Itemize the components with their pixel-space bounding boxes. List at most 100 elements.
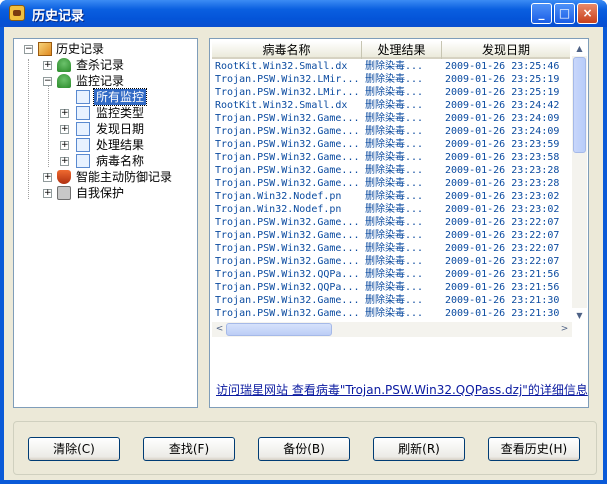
cell-found-date: 2009-01-26 23:22:07 bbox=[445, 243, 560, 254]
table-row[interactable]: Trojan.PSW.Win32.LMir... 删除染毒... 2009-01-2… bbox=[212, 73, 570, 86]
cell-result: 删除染毒... bbox=[365, 282, 424, 293]
tree-label: 发现日期 bbox=[96, 122, 145, 136]
table-row[interactable]: Trojan.PSW.Win32.Game... 删除染毒... 2009-01-2… bbox=[212, 125, 570, 138]
horizontal-scrollbar[interactable]: < > bbox=[212, 322, 572, 337]
find-button[interactable]: 查找(F) bbox=[143, 437, 235, 461]
column-virus-name[interactable]: 病毒名称 bbox=[212, 41, 362, 59]
title-bar[interactable]: 历史记录 _ □ × bbox=[0, 0, 607, 27]
expand-toggle[interactable]: + bbox=[43, 189, 52, 198]
cell-result: 删除染毒... bbox=[365, 178, 424, 189]
table-row[interactable]: Trojan.PSW.Win32.Game... 删除染毒... 2009-01-2… bbox=[212, 216, 570, 229]
cell-found-date: 2009-01-26 23:24:42 bbox=[445, 100, 560, 111]
refresh-button[interactable]: 刷新(R) bbox=[373, 437, 465, 461]
expand-toggle[interactable]: + bbox=[60, 141, 69, 150]
table-row[interactable]: Trojan.PSW.Win32.Game... 删除染毒... 2009-01-2… bbox=[212, 242, 570, 255]
history-tree[interactable]: − 历史记录 + 查杀记录 − 监控记录 所有监控 + 监控类型 + 发现日期 … bbox=[13, 38, 198, 408]
collapse-toggle[interactable]: − bbox=[43, 77, 52, 86]
column-found-date[interactable]: 发现日期 bbox=[442, 41, 570, 59]
cell-found-date: 2009-01-26 23:25:19 bbox=[445, 87, 560, 98]
tree-label: 处理结果 bbox=[96, 138, 145, 152]
minimize-button[interactable]: _ bbox=[531, 3, 552, 24]
tree-node-scan-records[interactable]: + 查杀记录 bbox=[14, 57, 194, 73]
cell-result: 删除染毒... bbox=[365, 295, 424, 306]
table-row[interactable]: Trojan.PSW.Win32.Game... 删除染毒... 2009-01-2… bbox=[212, 164, 570, 177]
record-list[interactable]: RootKit.Win32.Small.dx 删除染毒... 2009-01-26 … bbox=[212, 60, 570, 322]
cell-found-date: 2009-01-26 23:21:30 bbox=[445, 308, 560, 319]
tree-label: 病毒名称 bbox=[96, 154, 145, 168]
cell-found-date: 2009-01-26 23:25:19 bbox=[445, 74, 560, 85]
table-row[interactable]: Trojan.PSW.Win32.QQPa... 删除染毒... 2009-01-2… bbox=[212, 281, 570, 294]
cell-result: 删除染毒... bbox=[365, 269, 424, 280]
cell-result: 删除染毒... bbox=[365, 243, 424, 254]
tree-node-monitor-records[interactable]: − 监控记录 bbox=[14, 73, 194, 89]
page-icon bbox=[76, 154, 90, 168]
vertical-scroll-thumb[interactable] bbox=[573, 57, 586, 153]
tree-node-result[interactable]: + 处理结果 bbox=[14, 137, 194, 153]
tree-node-virus-name[interactable]: + 病毒名称 bbox=[14, 153, 194, 169]
table-row[interactable]: RootKit.Win32.Small.dx 删除染毒... 2009-01-26 … bbox=[212, 99, 570, 112]
cell-virus-name: Trojan.PSW.Win32.LMir... bbox=[215, 87, 360, 98]
view-history-button[interactable]: 查看历史(H) bbox=[488, 437, 580, 461]
maximize-button[interactable]: □ bbox=[554, 3, 575, 24]
tree-node-history[interactable]: − 历史记录 bbox=[14, 41, 194, 57]
cell-result: 删除染毒... bbox=[365, 204, 424, 215]
cell-virus-name: Trojan.PSW.Win32.Game... bbox=[215, 230, 360, 241]
cell-virus-name: Trojan.PSW.Win32.QQPa... bbox=[215, 282, 360, 293]
scroll-down-button[interactable]: ▼ bbox=[572, 308, 587, 323]
table-row[interactable]: RootKit.Win32.Small.dx 删除染毒... 2009-01-26 … bbox=[212, 60, 570, 73]
scroll-right-button[interactable]: > bbox=[557, 322, 572, 337]
table-row[interactable]: Trojan.PSW.Win32.Game... 删除染毒... 2009-01-2… bbox=[212, 151, 570, 164]
cell-found-date: 2009-01-26 23:23:02 bbox=[445, 204, 560, 215]
tree-node-monitor-type[interactable]: + 监控类型 bbox=[14, 105, 194, 121]
expand-toggle[interactable]: + bbox=[60, 125, 69, 134]
table-row[interactable]: Trojan.PSW.Win32.Game... 删除染毒... 2009-01-2… bbox=[212, 307, 570, 320]
tree-node-all-monitors[interactable]: 所有监控 bbox=[14, 88, 194, 106]
table-row[interactable]: Trojan.PSW.Win32.Game... 删除染毒... 2009-01-2… bbox=[212, 177, 570, 190]
tree-node-active-defense[interactable]: + 智能主动防御记录 bbox=[14, 169, 194, 185]
column-result[interactable]: 处理结果 bbox=[362, 41, 442, 59]
cell-found-date: 2009-01-26 23:23:02 bbox=[445, 191, 560, 202]
scroll-up-button[interactable]: ▲ bbox=[572, 41, 587, 56]
expand-toggle[interactable]: + bbox=[43, 173, 52, 182]
cell-result: 删除染毒... bbox=[365, 87, 424, 98]
horizontal-scroll-thumb[interactable] bbox=[226, 323, 332, 336]
clear-button[interactable]: 清除(C) bbox=[28, 437, 120, 461]
tree-label: 智能主动防御记录 bbox=[76, 170, 173, 184]
table-row[interactable]: Trojan.PSW.Win32.QQPa... 删除染毒... 2009-01-2… bbox=[212, 268, 570, 281]
collapse-toggle[interactable]: − bbox=[24, 45, 33, 54]
table-row[interactable]: Trojan.Win32.Nodef.pn 删除染毒... 2009-01-26 2… bbox=[212, 190, 570, 203]
history-folder-icon bbox=[38, 42, 52, 56]
page-icon bbox=[76, 106, 90, 120]
vertical-scrollbar[interactable]: ▲ ▼ bbox=[572, 41, 587, 323]
expand-toggle[interactable]: + bbox=[60, 157, 69, 166]
cell-virus-name: Trojan.PSW.Win32.Game... bbox=[215, 295, 360, 306]
virus-info-link[interactable]: 访问瑞星网站 查看病毒"Trojan.PSW.Win32.QQPass.dzj"… bbox=[216, 381, 588, 398]
backup-button[interactable]: 备份(B) bbox=[258, 437, 350, 461]
expand-toggle[interactable]: + bbox=[43, 61, 52, 70]
cell-found-date: 2009-01-26 23:23:28 bbox=[445, 178, 560, 189]
table-row[interactable]: Trojan.PSW.Win32.Game... 删除染毒... 2009-01-2… bbox=[212, 294, 570, 307]
table-row[interactable]: Trojan.Win32.Nodef.pn 删除染毒... 2009-01-26 2… bbox=[212, 203, 570, 216]
table-row[interactable]: Trojan.PSW.Win32.Game... 删除染毒... 2009-01-2… bbox=[212, 229, 570, 242]
scroll-left-button[interactable]: < bbox=[212, 322, 227, 337]
page-icon bbox=[76, 122, 90, 136]
table-row[interactable]: Trojan.PSW.Win32.LMir... 删除染毒... 2009-01-2… bbox=[212, 86, 570, 99]
cell-found-date: 2009-01-26 23:21:30 bbox=[445, 295, 560, 306]
table-row[interactable]: Trojan.PSW.Win32.Game... 删除染毒... 2009-01-2… bbox=[212, 138, 570, 151]
tree-node-self-protect[interactable]: + 自我保护 bbox=[14, 185, 194, 201]
expand-toggle[interactable]: + bbox=[60, 109, 69, 118]
cell-found-date: 2009-01-26 23:22:07 bbox=[445, 230, 560, 241]
app-logo-icon bbox=[9, 5, 25, 21]
cell-virus-name: Trojan.PSW.Win32.Game... bbox=[215, 256, 360, 267]
cell-result: 删除染毒... bbox=[365, 230, 424, 241]
tree-label: 查杀记录 bbox=[76, 58, 125, 72]
cell-found-date: 2009-01-26 23:23:28 bbox=[445, 165, 560, 176]
cell-virus-name: Trojan.Win32.Nodef.pn bbox=[215, 204, 342, 215]
cell-found-date: 2009-01-26 23:23:58 bbox=[445, 152, 560, 163]
tree-label: 历史记录 bbox=[56, 42, 105, 56]
tree-node-found-date[interactable]: + 发现日期 bbox=[14, 121, 194, 137]
tree-label: 监控类型 bbox=[96, 106, 145, 120]
close-button[interactable]: × bbox=[577, 3, 598, 24]
table-row[interactable]: Trojan.PSW.Win32.Game... 删除染毒... 2009-01-2… bbox=[212, 255, 570, 268]
table-row[interactable]: Trojan.PSW.Win32.Game... 删除染毒... 2009-01-2… bbox=[212, 112, 570, 125]
